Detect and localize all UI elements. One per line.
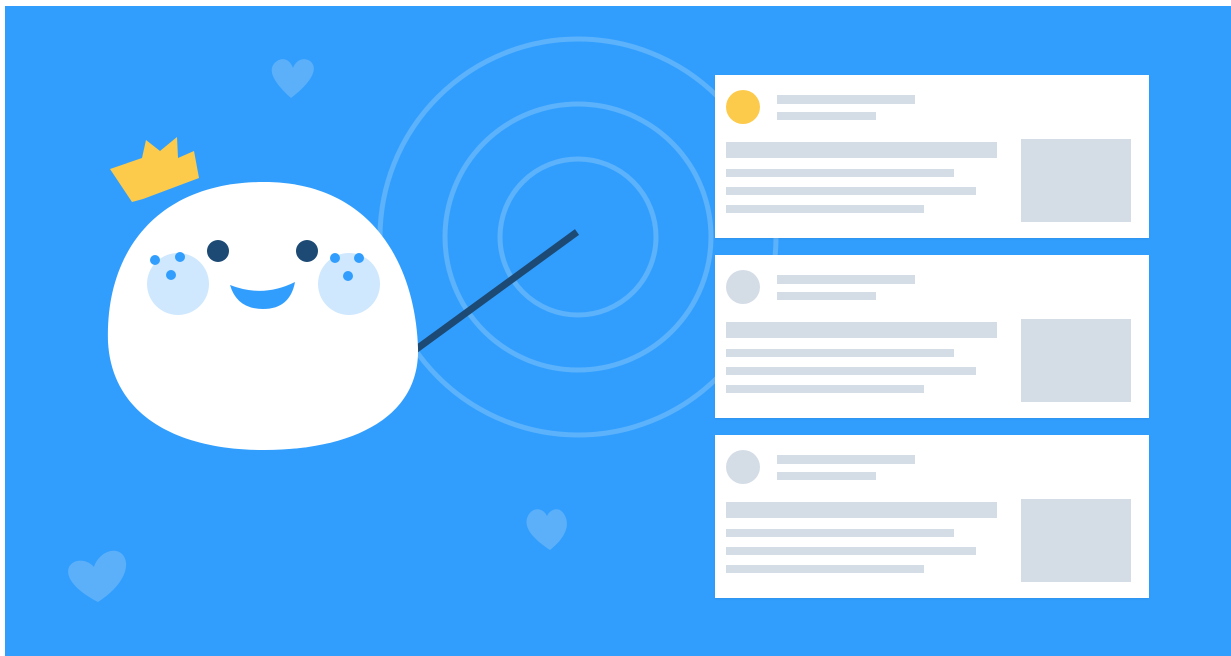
skeleton-title-line [777,275,915,284]
skeleton-text-line [726,349,954,357]
skeleton-heading-line [726,142,997,158]
avatar-placeholder [726,270,760,304]
skeleton-text-line [726,547,976,555]
skeleton-text-line [726,565,924,573]
thumbnail-placeholder [1021,319,1131,402]
feed-card [715,435,1149,598]
left-eye [207,240,229,262]
skeleton-text-line [726,187,976,195]
freckle [166,270,176,280]
skeleton-text-line [726,529,954,537]
skeleton-heading-line [726,322,997,338]
skeleton-subtitle-line [777,292,876,300]
skeleton-title-line [777,455,915,464]
thumbnail-placeholder [1021,499,1131,582]
avatar-placeholder [726,450,760,484]
feed-card [715,75,1149,238]
skeleton-title-line [777,95,915,104]
freckle [150,255,160,265]
freckle [343,271,353,281]
skeleton-text-line [726,367,976,375]
right-eye [296,240,318,262]
right-cheek [318,253,380,315]
thumbnail-placeholder [1021,139,1131,222]
skeleton-heading-line [726,502,997,518]
freckle [354,253,364,263]
skeleton-subtitle-line [777,112,876,120]
illustration-canvas [5,6,1231,656]
skeleton-text-line [726,169,954,177]
avatar-placeholder [726,90,760,124]
freckle [175,252,185,262]
skeleton-subtitle-line [777,472,876,480]
freckle [330,253,340,263]
skeleton-text-line [726,205,924,213]
skeleton-text-line [726,385,924,393]
feed-card [715,255,1149,418]
